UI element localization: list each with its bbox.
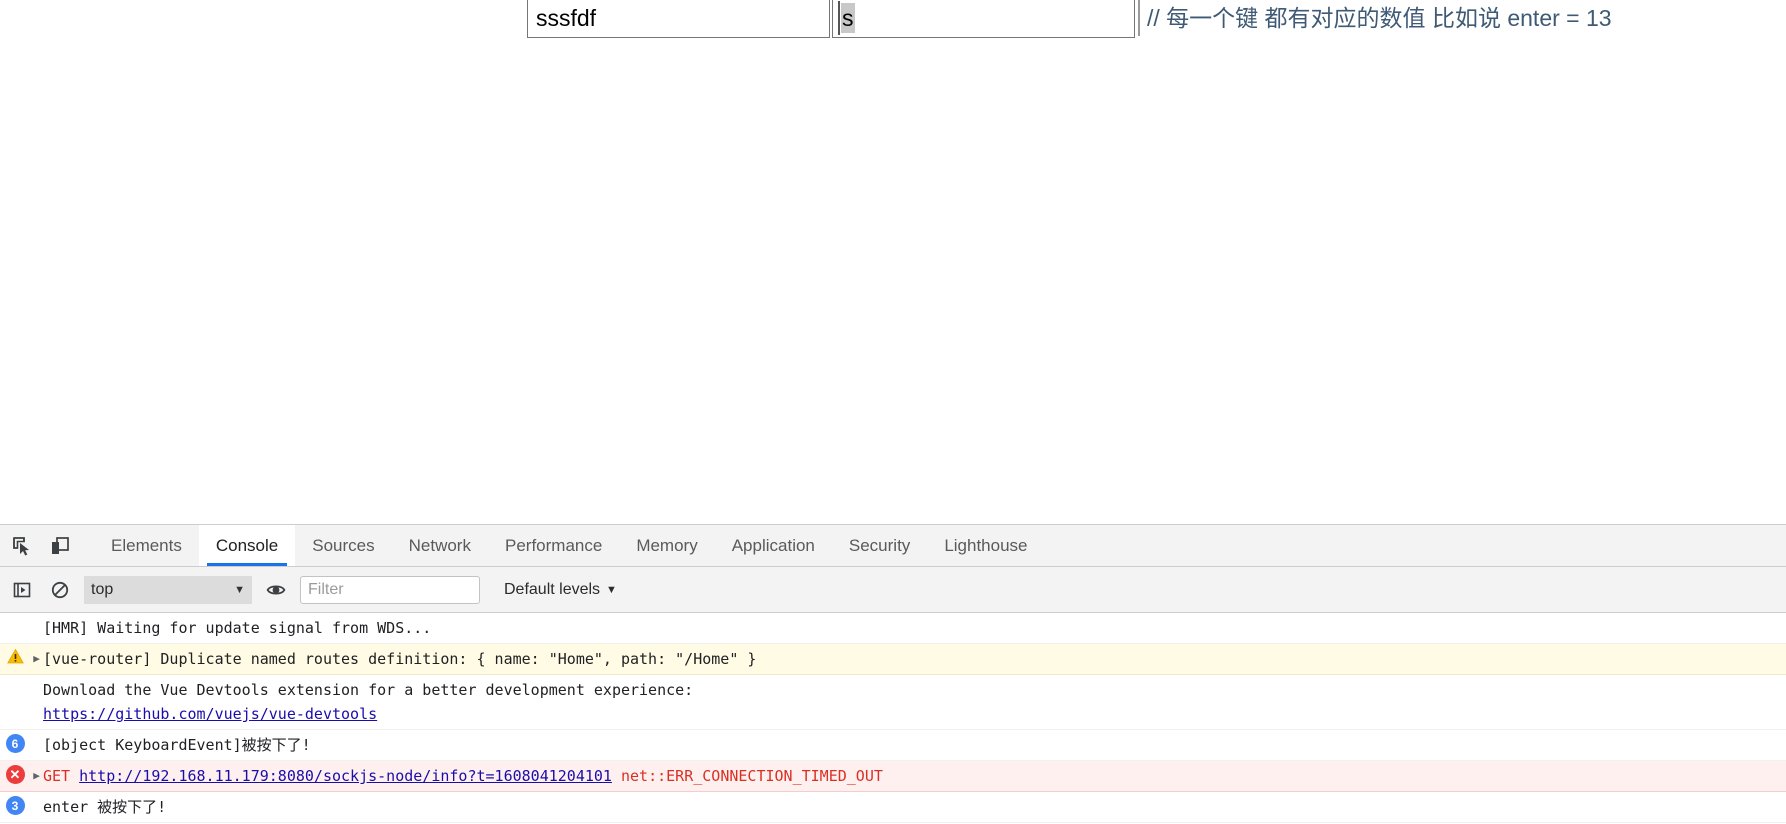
repeat-count: 3 xyxy=(5,796,25,815)
warning-icon xyxy=(0,647,30,665)
tab-label: Lighthouse xyxy=(944,535,1028,555)
console-message[interactable]: 3 enter 被按下了! xyxy=(0,792,1786,823)
text-input-two[interactable] xyxy=(832,0,1135,38)
devtools-panel: Elements Console Sources Network Perform… xyxy=(0,524,1786,824)
repeat-count-badge: 3 xyxy=(0,795,30,815)
tab-label: Sources xyxy=(312,535,375,555)
devtools-tabbar: Elements Console Sources Network Perform… xyxy=(0,525,1786,567)
inspect-element-icon[interactable] xyxy=(8,532,36,560)
console-message[interactable]: ✕ ▶ GET http://192.168.11.179:8080/sockjs-… xyxy=(0,761,1786,792)
execution-context-value: top xyxy=(91,580,114,598)
tab-label: Security xyxy=(848,535,911,555)
tab-elements[interactable]: Elements xyxy=(94,525,199,566)
console-message-text: [HMR] Waiting for update signal from WDS… xyxy=(43,616,1786,640)
error-icon: ✕ xyxy=(0,764,30,784)
live-expression-eye-icon[interactable] xyxy=(262,576,290,604)
console-text: [vue-router] Duplicate named routes defi… xyxy=(43,650,757,668)
comment-caret xyxy=(1138,0,1140,36)
tab-sources[interactable]: Sources xyxy=(295,525,391,566)
input-row: s xyxy=(527,0,1135,38)
console-filter-input[interactable] xyxy=(300,575,480,604)
tab-label: Memory xyxy=(636,535,698,555)
page-viewport: s // 每一个键 都有对应的数值 比如说 enter = 13 xyxy=(0,0,1786,524)
code-comment: // 每一个键 都有对应的数值 比如说 enter = 13 xyxy=(1147,5,1612,31)
console-error-text: GET xyxy=(43,767,80,785)
text-caret xyxy=(838,1,840,35)
execute-snippet-icon[interactable] xyxy=(8,576,36,604)
tab-label: Console xyxy=(215,535,279,555)
console-message-text: [vue-router] Duplicate named routes defi… xyxy=(43,647,1786,671)
console-text: Download the Vue Devtools extension for … xyxy=(43,681,694,699)
console-message-text: GET http://192.168.11.179:8080/sockjs-no… xyxy=(43,764,1786,788)
execution-context-select[interactable]: top ▼ xyxy=(84,575,252,604)
chevron-down-icon: ▼ xyxy=(606,583,617,596)
console-message[interactable]: Download the Vue Devtools extension for … xyxy=(0,675,1786,730)
console-message[interactable]: ▶ [vue-router] Duplicate named routes def… xyxy=(0,644,1786,675)
tab-lighthouse[interactable]: Lighthouse xyxy=(927,525,1044,566)
console-message-text: [object KeyboardEvent]被按下了! xyxy=(43,733,1786,757)
log-levels-dropdown[interactable]: Default levels ▼ xyxy=(498,576,623,604)
device-toolbar-icon[interactable] xyxy=(46,532,74,560)
tab-label: Application xyxy=(731,535,815,555)
repeat-count: 6 xyxy=(5,734,25,753)
console-text: [object KeyboardEvent]被按下了! xyxy=(43,736,311,754)
console-message-text: enter 被按下了! xyxy=(43,795,1786,819)
tab-performance[interactable]: Performance xyxy=(488,525,619,566)
console-filter-bar: top ▼ Default levels ▼ xyxy=(0,567,1786,613)
console-message-text: Download the Vue Devtools extension for … xyxy=(43,678,1786,726)
tab-memory[interactable]: Memory xyxy=(619,525,714,566)
console-error-text: net::ERR_CONNECTION_TIMED_OUT xyxy=(611,767,883,785)
warning-triangle-icon xyxy=(6,648,24,664)
console-message[interactable]: 6 [object KeyboardEvent]被按下了! xyxy=(0,730,1786,761)
repeat-count-badge: 6 xyxy=(0,733,30,753)
tab-label: Network xyxy=(408,535,471,555)
log-levels-label: Default levels xyxy=(504,580,601,598)
text-input-one[interactable] xyxy=(527,0,830,38)
error-glyph: ✕ xyxy=(5,765,25,784)
tab-label: Performance xyxy=(504,535,603,555)
message-gutter xyxy=(0,678,30,679)
tab-network[interactable]: Network xyxy=(392,525,488,566)
console-message-list[interactable]: [HMR] Waiting for update signal from WDS… xyxy=(0,613,1786,823)
expand-arrow-icon[interactable]: ▶ xyxy=(30,764,43,788)
expand-arrow-icon[interactable]: ▶ xyxy=(30,647,43,671)
console-error-link[interactable]: http://192.168.11.179:8080/sockjs-node/i… xyxy=(79,767,612,785)
chevron-down-icon: ▼ xyxy=(234,583,245,596)
tab-console[interactable]: Console xyxy=(198,525,296,566)
console-link[interactable]: https://github.com/vuejs/vue-devtools xyxy=(43,705,377,723)
console-text: enter 被按下了! xyxy=(43,798,167,816)
clear-console-icon[interactable] xyxy=(46,576,74,604)
message-gutter xyxy=(0,616,30,617)
console-text: [HMR] Waiting for update signal from WDS… xyxy=(43,619,432,637)
devtools-tab-list: Elements Console Sources Network Perform… xyxy=(94,525,1045,566)
text-input-two-wrapper: s xyxy=(830,0,1135,38)
tab-application[interactable]: Application xyxy=(715,525,832,566)
console-message[interactable]: [HMR] Waiting for update signal from WDS… xyxy=(0,613,1786,644)
tab-label: Elements xyxy=(111,535,182,555)
tab-security[interactable]: Security xyxy=(832,525,927,566)
devtools-left-tools xyxy=(0,525,80,566)
